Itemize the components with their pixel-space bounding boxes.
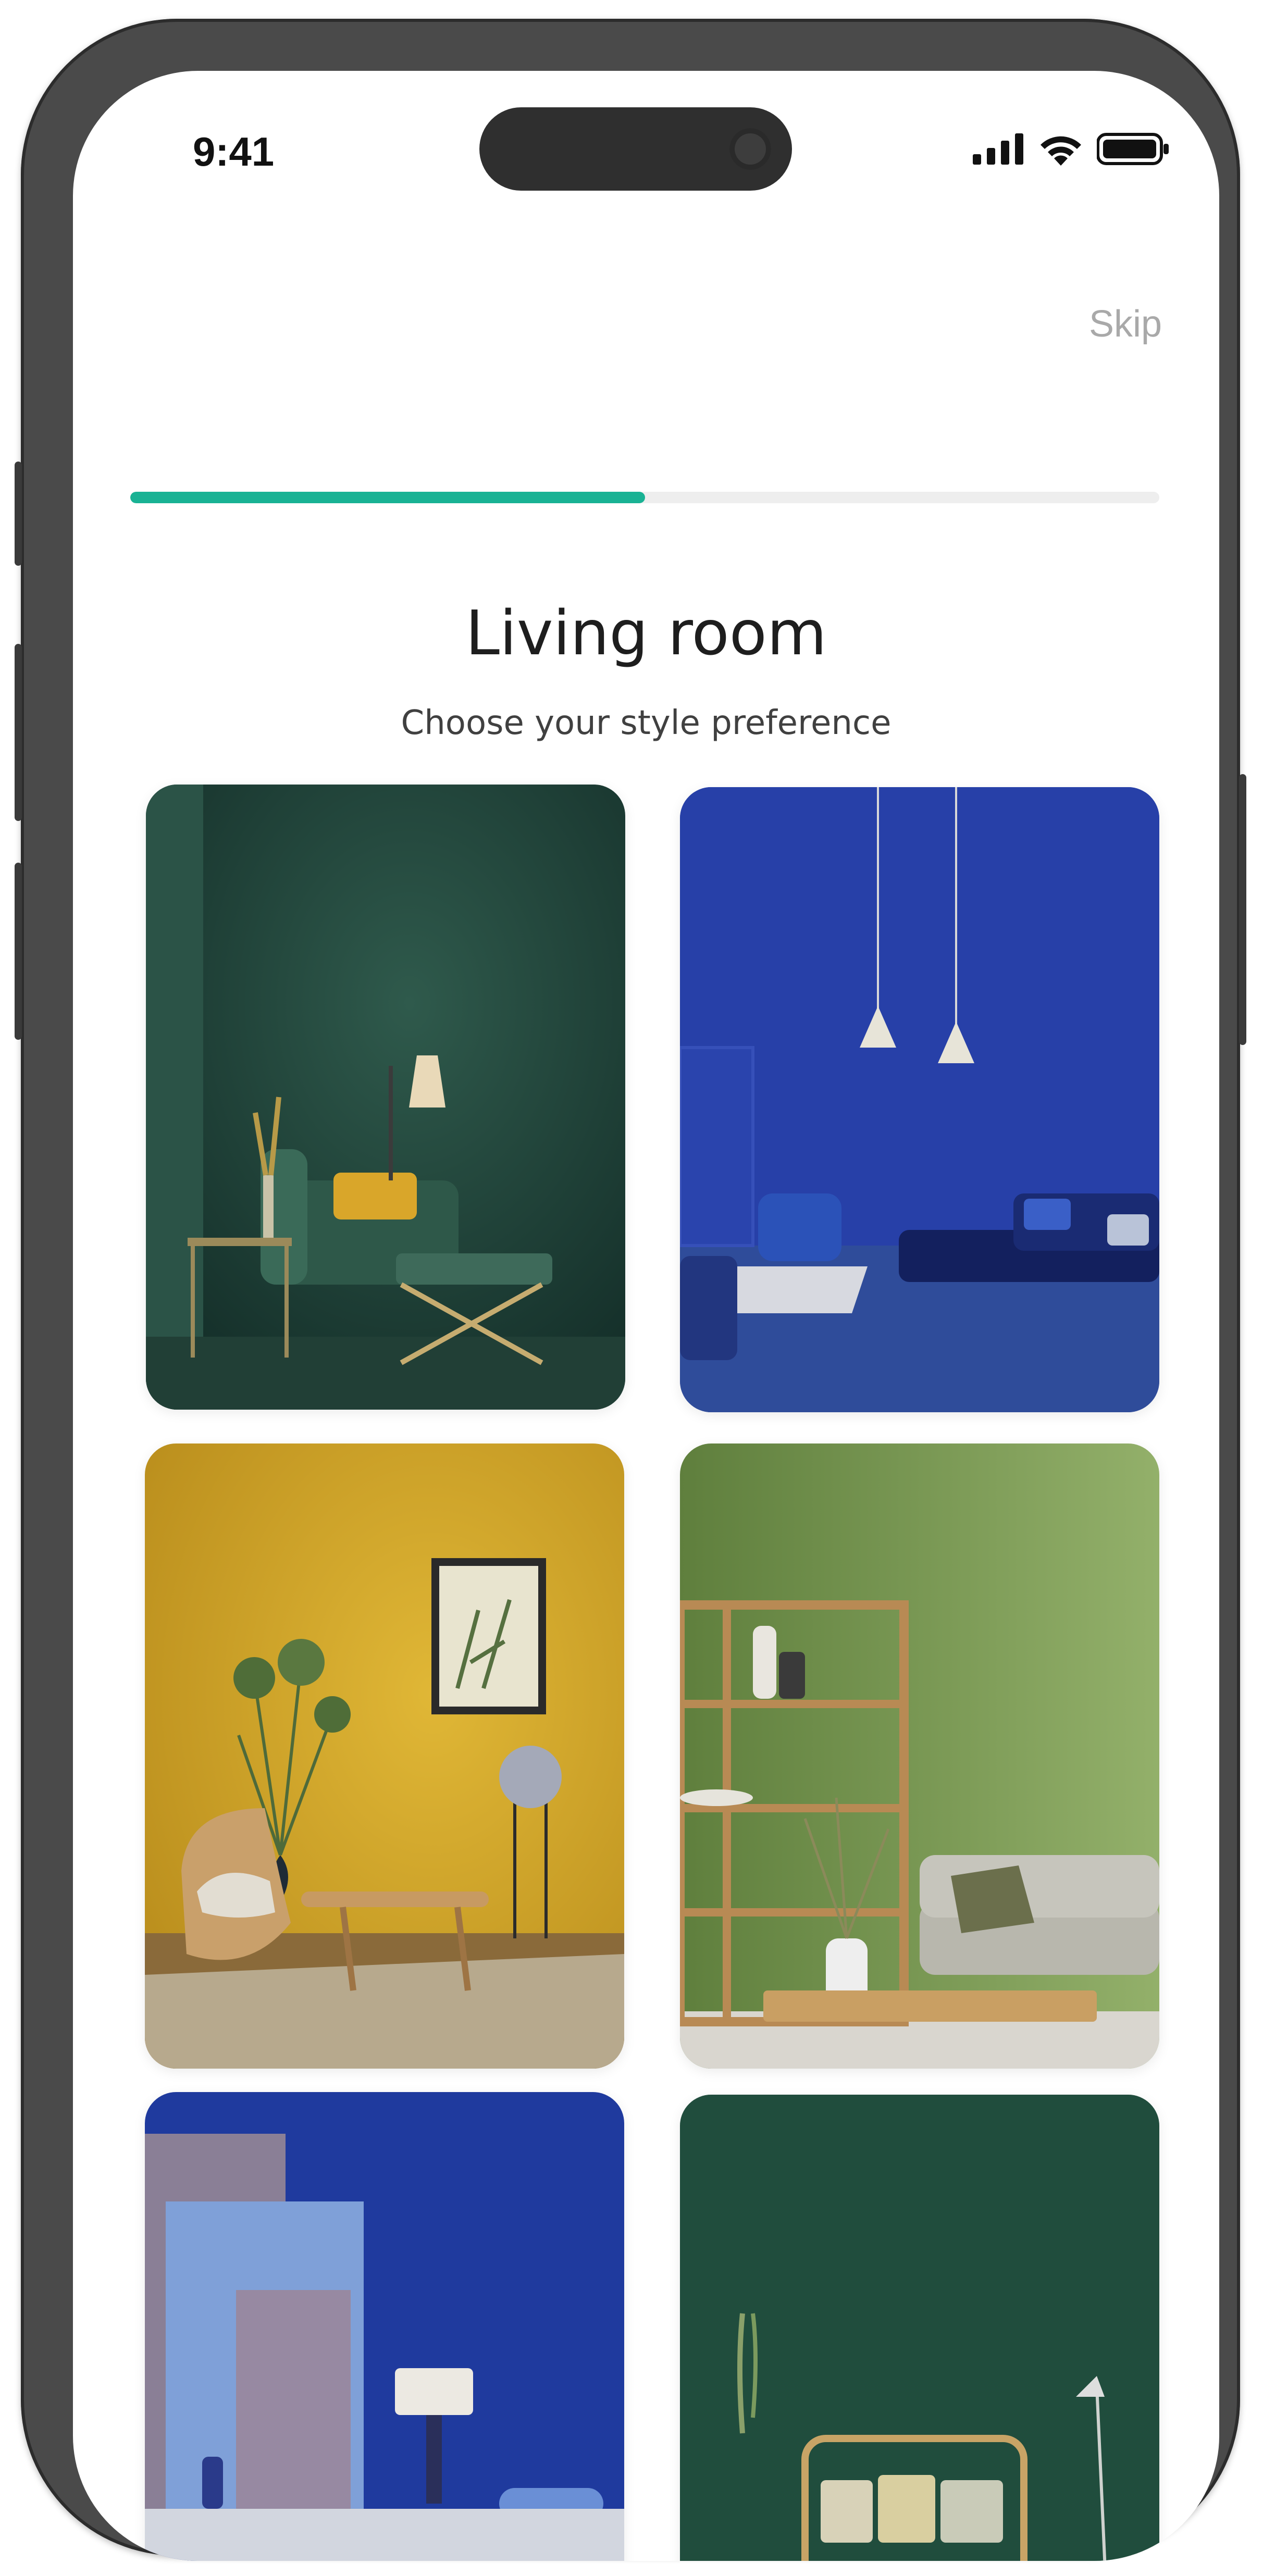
power-button bbox=[1239, 774, 1246, 1045]
blue-room-image bbox=[680, 787, 1159, 1412]
signal-icon bbox=[973, 133, 1023, 165]
dynamic-island bbox=[479, 107, 792, 191]
style-option-dark-green-room[interactable] bbox=[146, 785, 625, 1410]
skip-button[interactable]: Skip bbox=[1089, 303, 1162, 345]
style-option-blue-room[interactable] bbox=[680, 787, 1159, 1412]
volume-down-button bbox=[15, 863, 22, 1040]
style-option-mustard-room[interactable] bbox=[145, 1443, 624, 2069]
status-icons bbox=[973, 131, 1170, 167]
style-option-olive-room[interactable] bbox=[680, 1443, 1159, 2069]
progress-bar bbox=[130, 492, 1159, 503]
volume-up-button bbox=[15, 644, 22, 821]
phone-frame: 9:41 Skip Living room Choose your style … bbox=[15, 19, 1246, 2561]
status-bar: 9:41 bbox=[73, 71, 1219, 217]
forest-green-room-image bbox=[680, 2095, 1159, 2561]
battery-icon bbox=[1097, 133, 1169, 165]
app-screen: 9:41 Skip Living room Choose your style … bbox=[73, 71, 1219, 2561]
page-title: Living room bbox=[465, 597, 827, 669]
status-time: 9:41 bbox=[193, 129, 275, 175]
mustard-room-image bbox=[145, 1443, 624, 2069]
dark-green-room-image bbox=[146, 785, 625, 1410]
olive-room-image bbox=[680, 1443, 1159, 2069]
progress-fill bbox=[130, 492, 645, 503]
page-subtitle: Choose your style preference bbox=[401, 704, 891, 742]
wifi-icon bbox=[1041, 136, 1081, 166]
navy-pastel-room-image bbox=[145, 2092, 624, 2561]
style-option-forest-green-room[interactable] bbox=[680, 2095, 1159, 2561]
camera-icon bbox=[729, 128, 771, 170]
silent-switch bbox=[15, 462, 22, 566]
style-option-navy-pastel-room[interactable] bbox=[145, 2092, 624, 2561]
